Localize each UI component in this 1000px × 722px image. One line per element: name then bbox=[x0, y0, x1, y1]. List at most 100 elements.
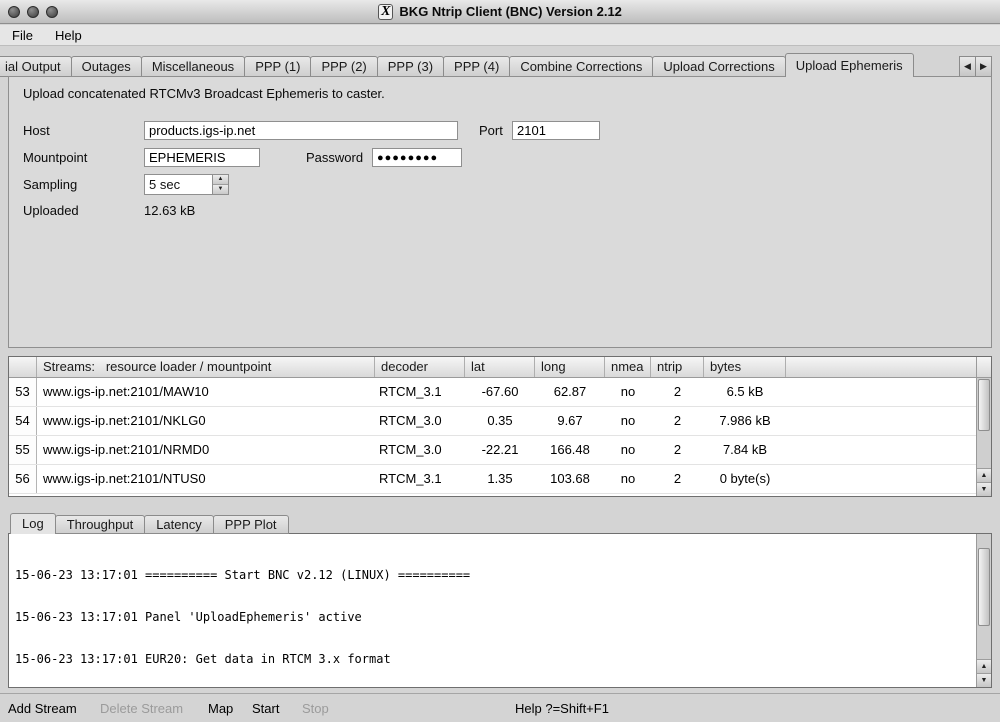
upload-ephemeris-panel: Upload concatenated RTCMv3 Broadcast Eph… bbox=[8, 76, 992, 348]
port-label: Port bbox=[479, 123, 503, 138]
streams-scrollbar: ▲ ▼ bbox=[976, 357, 991, 496]
cell-bytes: 6.5 kB bbox=[704, 378, 786, 406]
scroll-down-icon[interactable]: ▼ bbox=[977, 482, 991, 496]
delete-stream-button: Delete Stream bbox=[100, 701, 183, 716]
table-row[interactable]: 54 www.igs-ip.net:2101/NKLG0 RTCM_3.0 0.… bbox=[9, 407, 991, 436]
tab-miscellaneous[interactable]: Miscellaneous bbox=[141, 56, 245, 77]
scrollbar-thumb[interactable] bbox=[978, 379, 990, 431]
tab-log[interactable]: Log bbox=[10, 513, 56, 534]
cell-nmea: no bbox=[605, 378, 651, 406]
cell-mountpoint: www.igs-ip.net:2101/NKLG0 bbox=[37, 407, 375, 435]
host-input[interactable] bbox=[144, 121, 458, 140]
tab-scroll-left-icon[interactable]: ◀ bbox=[959, 56, 976, 77]
start-button[interactable]: Start bbox=[252, 701, 279, 716]
spin-up-icon[interactable]: ▲ bbox=[213, 175, 228, 185]
tab-upload-ephemeris[interactable]: Upload Ephemeris bbox=[785, 53, 914, 77]
tab-outages[interactable]: Outages bbox=[71, 56, 142, 77]
scroll-down-icon[interactable]: ▼ bbox=[977, 673, 991, 687]
tab-ppp-3[interactable]: PPP (3) bbox=[377, 56, 444, 77]
add-stream-button[interactable]: Add Stream bbox=[8, 701, 77, 716]
log-lines: 15-06-23 13:17:01 ========== Start BNC v… bbox=[15, 540, 973, 685]
window-title: BKG Ntrip Client (BNC) Version 2.12 bbox=[399, 4, 621, 19]
title-bar: X BKG Ntrip Client (BNC) Version 2.12 bbox=[0, 0, 1000, 24]
host-label: Host bbox=[23, 123, 50, 138]
tab-ppp-2[interactable]: PPP (2) bbox=[310, 56, 377, 77]
cell-bytes: 0 byte(s) bbox=[704, 465, 786, 493]
cell-nmea: no bbox=[605, 436, 651, 464]
uploaded-value: 12.63 kB bbox=[144, 203, 195, 218]
table-row[interactable]: 53 www.igs-ip.net:2101/MAW10 RTCM_3.1 -6… bbox=[9, 378, 991, 407]
header-lat[interactable]: lat bbox=[465, 357, 535, 377]
header-bytes[interactable]: bytes bbox=[704, 357, 786, 377]
row-number: 55 bbox=[9, 436, 37, 464]
x11-app-icon: X bbox=[378, 4, 393, 20]
stop-button: Stop bbox=[302, 701, 329, 716]
cell-nmea: no bbox=[605, 465, 651, 493]
row-number: 56 bbox=[9, 465, 37, 493]
menu-file[interactable]: File bbox=[12, 28, 33, 43]
cell-long: 166.48 bbox=[535, 436, 605, 464]
cell-ntrip: 2 bbox=[651, 436, 704, 464]
cell-mountpoint: www.igs-ip.net:2101/MAW10 bbox=[37, 378, 375, 406]
streams-table: Streams: resource loader / mountpoint de… bbox=[8, 356, 992, 497]
password-input[interactable] bbox=[372, 148, 462, 167]
tab-serial-output[interactable]: ial Output bbox=[0, 56, 72, 77]
close-window-icon[interactable] bbox=[8, 6, 20, 18]
cell-ntrip: 2 bbox=[651, 378, 704, 406]
log-line: 15-06-23 13:17:01 ========== Start BNC v… bbox=[15, 568, 973, 582]
table-row[interactable]: 55 www.igs-ip.net:2101/NRMD0 RTCM_3.0 -2… bbox=[9, 436, 991, 465]
port-input[interactable] bbox=[512, 121, 600, 140]
header-long[interactable]: long bbox=[535, 357, 605, 377]
cell-lat: 1.35 bbox=[465, 465, 535, 493]
tab-scroll-right-icon[interactable]: ▶ bbox=[975, 56, 992, 77]
header-nmea[interactable]: nmea bbox=[605, 357, 651, 377]
log-line: 15-06-23 13:17:01 Panel 'UploadEphemeris… bbox=[15, 610, 973, 624]
tab-ppp-1[interactable]: PPP (1) bbox=[244, 56, 311, 77]
tab-upload-corrections[interactable]: Upload Corrections bbox=[652, 56, 785, 77]
mountpoint-input[interactable] bbox=[144, 148, 260, 167]
row-number: 53 bbox=[9, 378, 37, 406]
streams-table-header: Streams: resource loader / mountpoint de… bbox=[9, 357, 991, 378]
tab-latency[interactable]: Latency bbox=[144, 515, 214, 534]
password-label: Password bbox=[306, 150, 363, 165]
scrollbar-track[interactable] bbox=[977, 534, 991, 659]
header-ntrip[interactable]: ntrip bbox=[651, 357, 704, 377]
cell-long: 9.67 bbox=[535, 407, 605, 435]
minimize-window-icon[interactable] bbox=[27, 6, 39, 18]
header-decoder[interactable]: decoder bbox=[375, 357, 465, 377]
log-output-panel[interactable]: 15-06-23 13:17:01 ========== Start BNC v… bbox=[8, 533, 992, 688]
cell-decoder: RTCM_3.1 bbox=[375, 465, 465, 493]
cell-long: 103.68 bbox=[535, 465, 605, 493]
tab-scroll-buttons: ◀ ▶ bbox=[960, 56, 992, 77]
cell-bytes: 7.84 kB bbox=[704, 436, 786, 464]
tab-combine-corrections[interactable]: Combine Corrections bbox=[509, 56, 653, 77]
tab-throughput[interactable]: Throughput bbox=[55, 515, 146, 534]
table-row[interactable]: 56 www.igs-ip.net:2101/NTUS0 RTCM_3.1 1.… bbox=[9, 465, 991, 494]
tab-ppp-plot[interactable]: PPP Plot bbox=[213, 515, 289, 534]
scroll-up-icon[interactable]: ▲ bbox=[977, 468, 991, 482]
cell-mountpoint: www.igs-ip.net:2101/NTUS0 bbox=[37, 465, 375, 493]
scrollbar-thumb[interactable] bbox=[978, 548, 990, 626]
map-button[interactable]: Map bbox=[208, 701, 233, 716]
cell-bytes: 7.986 kB bbox=[704, 407, 786, 435]
header-mountpoint[interactable]: Streams: resource loader / mountpoint bbox=[37, 357, 375, 377]
log-scrollbar: ▲ ▼ bbox=[976, 534, 991, 687]
cell-ntrip: 2 bbox=[651, 465, 704, 493]
scroll-up-icon[interactable]: ▲ bbox=[977, 659, 991, 673]
tab-ppp-4[interactable]: PPP (4) bbox=[443, 56, 510, 77]
main-tab-bar: ial Output Outages Miscellaneous PPP (1)… bbox=[0, 53, 956, 77]
scrollbar-track[interactable] bbox=[977, 378, 991, 468]
scrollbar-corner bbox=[977, 357, 991, 378]
mountpoint-label: Mountpoint bbox=[23, 150, 87, 165]
cell-decoder: RTCM_3.0 bbox=[375, 407, 465, 435]
zoom-window-icon[interactable] bbox=[46, 6, 58, 18]
uploaded-label: Uploaded bbox=[23, 203, 79, 218]
panel-description: Upload concatenated RTCMv3 Broadcast Eph… bbox=[23, 86, 385, 101]
cell-ntrip: 2 bbox=[651, 407, 704, 435]
menu-help[interactable]: Help bbox=[55, 28, 82, 43]
log-line: 15-06-23 13:17:01 EUR20: Get data in RTC… bbox=[15, 652, 973, 666]
sampling-spinbox[interactable]: 5 sec ▲ ▼ bbox=[144, 174, 229, 195]
spin-down-icon[interactable]: ▼ bbox=[213, 185, 228, 194]
row-number: 54 bbox=[9, 407, 37, 435]
cell-lat: -67.60 bbox=[465, 378, 535, 406]
